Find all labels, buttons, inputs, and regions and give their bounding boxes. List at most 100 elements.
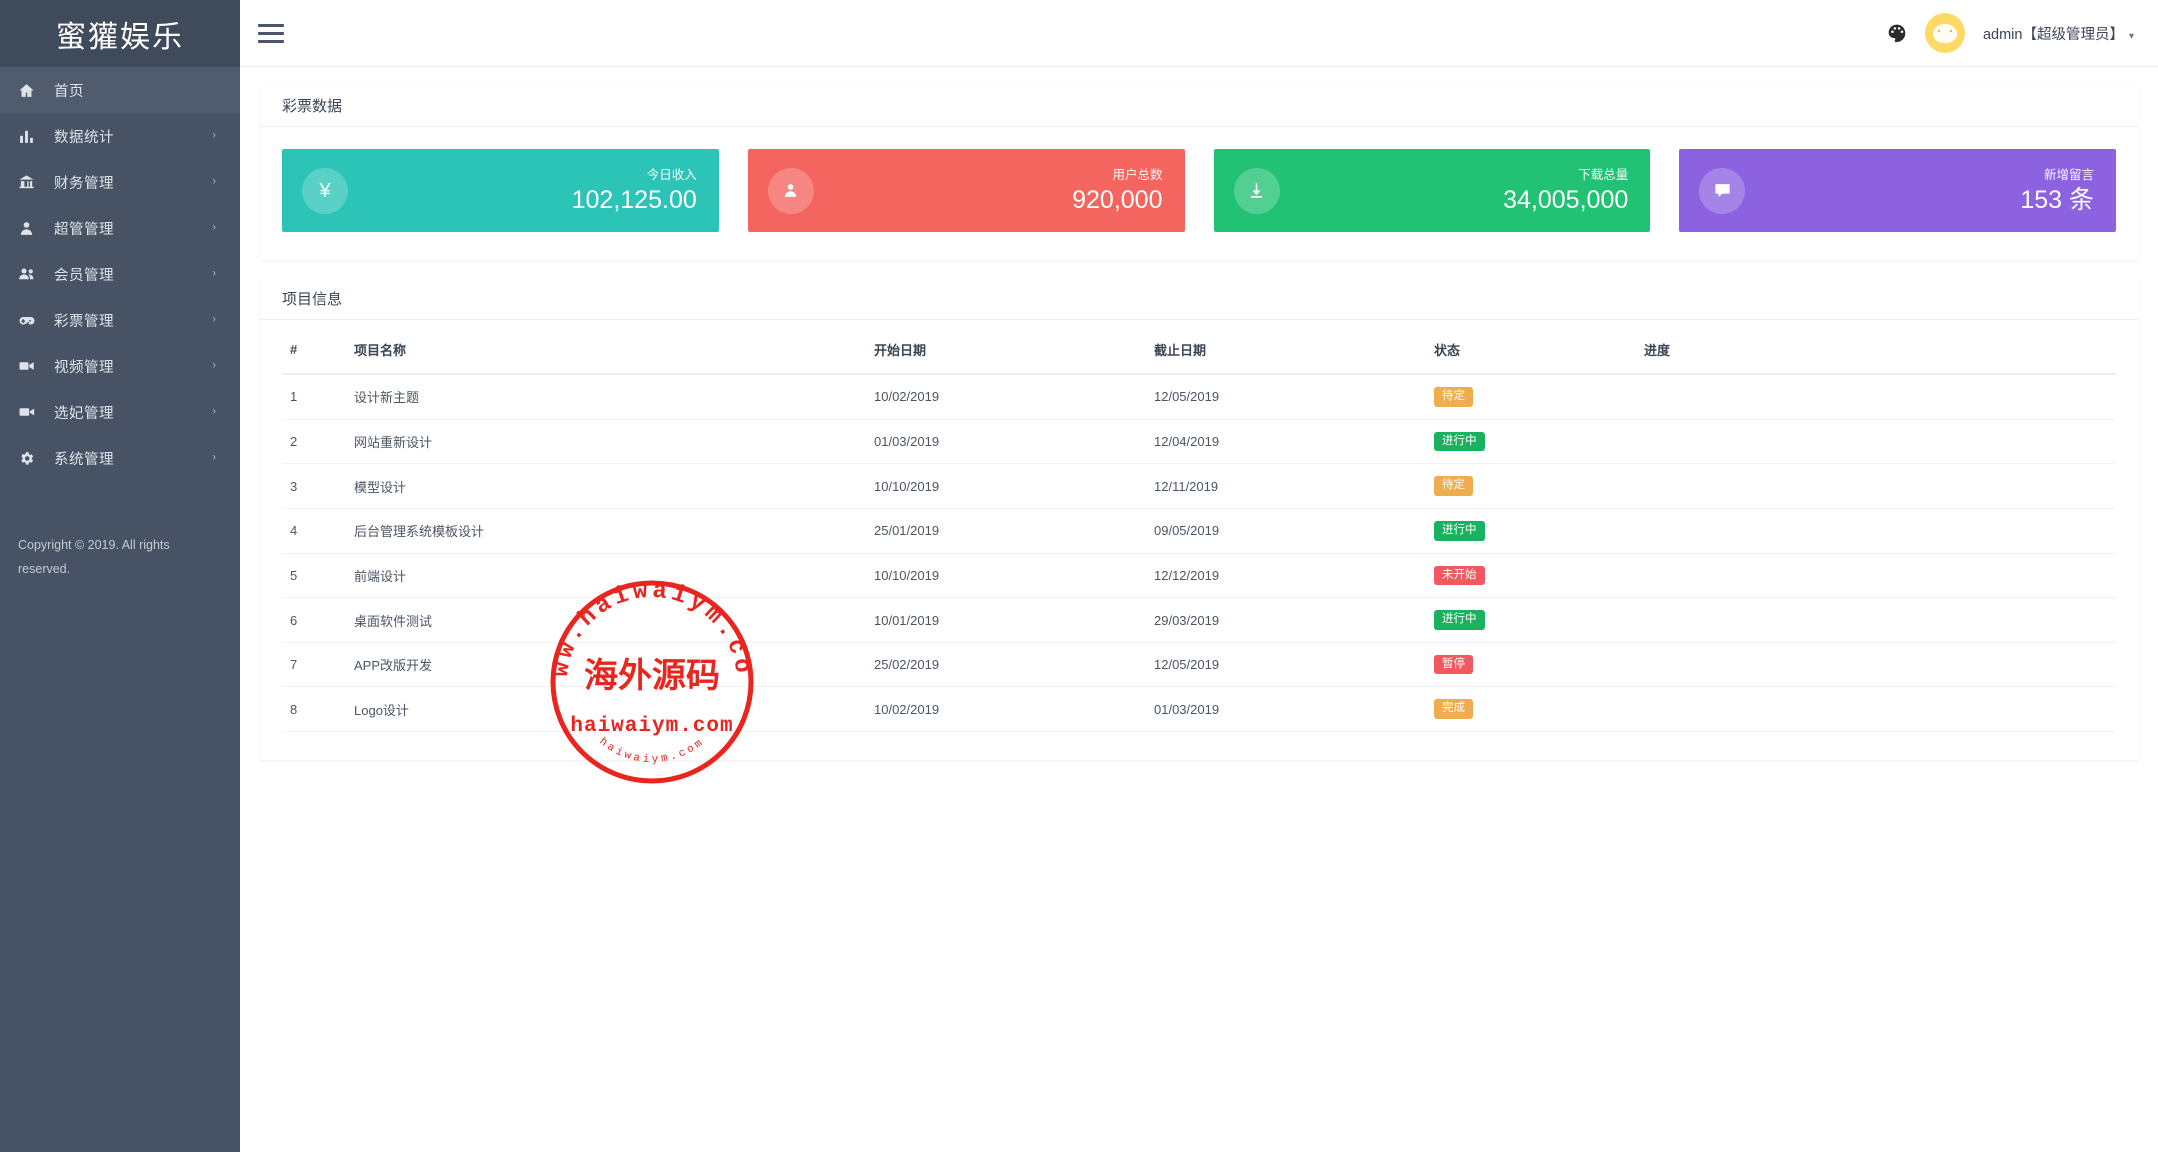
stat-card-label: 今日收入 xyxy=(572,166,697,184)
sidebar-item-label: 选妃管理 xyxy=(54,402,114,423)
cell-end-date: 12/11/2019 xyxy=(1154,464,1434,509)
table-row[interactable]: 2网站重新设计01/03/201912/04/2019进行中 xyxy=(282,419,2116,464)
cell-index: 3 xyxy=(282,464,354,509)
stat-card-info: 新增留言153 条 xyxy=(2020,166,2094,216)
username-label: admin【超级管理员】 xyxy=(1983,27,2124,43)
cell-start-date: 10/10/2019 xyxy=(874,553,1154,598)
sidebar-item-label: 系统管理 xyxy=(54,448,114,469)
cell-index: 7 xyxy=(282,642,354,687)
stat-card-label: 新增留言 xyxy=(2020,166,2094,184)
status-badge: 未开始 xyxy=(1434,566,1485,586)
sidebar-item-8[interactable]: 选妃管理› xyxy=(0,389,240,435)
projects-table-wrap: #项目名称开始日期截止日期状态进度 1设计新主题10/02/201912/05/… xyxy=(260,320,2138,760)
table-col-header-3: 开始日期 xyxy=(874,326,1154,374)
cell-start-date: 01/03/2019 xyxy=(874,419,1154,464)
sidebar-item-label: 首页 xyxy=(54,80,84,101)
sidebar-item-3[interactable]: 财务管理 › xyxy=(0,159,240,205)
sidebar: 蜜獾娱乐 首页数据统计›财务管理›超管管理›会员管理›彩票管理›视频管理›选妃管… xyxy=(0,0,240,1152)
chevron-right-icon: › xyxy=(212,269,216,280)
cell-start-date: 25/02/2019 xyxy=(874,642,1154,687)
main-content: 彩票数据 ¥ 今日收入102,125.00 用户总数920,000 下载总量34,00… xyxy=(240,67,2158,1152)
chevron-right-icon: › xyxy=(212,131,216,142)
status-badge: 待定 xyxy=(1434,387,1473,407)
comment-icon xyxy=(1699,168,1745,214)
status-badge: 进行中 xyxy=(1434,610,1485,630)
cell-end-date: 12/05/2019 xyxy=(1154,374,1434,419)
status-badge: 进行中 xyxy=(1434,521,1485,541)
top-header-right: admin【超级管理员】 ▾ xyxy=(1887,13,2158,53)
cell-index: 1 xyxy=(282,374,354,419)
cell-index: 5 xyxy=(282,553,354,598)
sidebar-item-5[interactable]: 会员管理 › xyxy=(0,251,240,297)
cell-start-date: 10/02/2019 xyxy=(874,374,1154,419)
stat-card-info: 今日收入102,125.00 xyxy=(572,166,697,216)
stat-card-value: 34,005,000 xyxy=(1503,184,1628,216)
cell-end-date: 12/04/2019 xyxy=(1154,419,1434,464)
cell-status: 进行中 xyxy=(1434,419,1644,464)
table-row[interactable]: 7APP改版开发25/02/201912/05/2019暂停 xyxy=(282,642,2116,687)
sidebar-item-9[interactable]: 系统管理› xyxy=(0,435,240,481)
chevron-right-icon: › xyxy=(212,315,216,326)
cell-end-date: 12/05/2019 xyxy=(1154,642,1434,687)
cell-project-name: APP改版开发 xyxy=(354,642,874,687)
sidebar-item-2[interactable]: 数据统计 › xyxy=(0,113,240,159)
avatar-face-icon xyxy=(1933,24,1957,43)
cell-progress xyxy=(1644,598,2116,643)
cell-index: 2 xyxy=(282,419,354,464)
chevron-right-icon: › xyxy=(212,361,216,372)
cell-end-date: 09/05/2019 xyxy=(1154,508,1434,553)
sidebar-item-1[interactable]: 首页 xyxy=(0,67,240,113)
sidebar-item-7[interactable]: 视频管理 › xyxy=(0,343,240,389)
sidebar-item-6[interactable]: 彩票管理› xyxy=(0,297,240,343)
avatar[interactable] xyxy=(1925,13,1965,53)
top-header-bar: admin【超级管理员】 ▾ xyxy=(240,0,2158,67)
cell-start-date: 10/10/2019 xyxy=(874,464,1154,509)
sidebar-item-label: 财务管理 xyxy=(54,172,114,193)
projects-panel: 项目信息 #项目名称开始日期截止日期状态进度 1设计新主题10/02/20191… xyxy=(260,278,2138,760)
gamepad-icon xyxy=(18,309,44,331)
table-row[interactable]: 3模型设计10/10/201912/11/2019待定 xyxy=(282,464,2116,509)
table-col-header-5: 状态 xyxy=(1434,326,1644,374)
sidebar-item-label: 数据统计 xyxy=(54,126,114,147)
table-row[interactable]: 1设计新主题10/02/201912/05/2019待定 xyxy=(282,374,2116,419)
cell-status: 待定 xyxy=(1434,464,1644,509)
table-col-header-2: 项目名称 xyxy=(354,326,874,374)
stat-card-info: 下载总量34,005,000 xyxy=(1503,166,1628,216)
user-menu-button[interactable]: admin【超级管理员】 ▾ xyxy=(1983,23,2134,44)
stat-card-2[interactable]: 用户总数920,000 xyxy=(748,149,1185,232)
cell-start-date: 25/01/2019 xyxy=(874,508,1154,553)
table-row[interactable]: 6桌面软件测试10/01/201929/03/2019进行中 xyxy=(282,598,2116,643)
chevron-right-icon: › xyxy=(212,177,216,188)
cell-progress xyxy=(1644,687,2116,732)
table-header-row: #项目名称开始日期截止日期状态进度 xyxy=(282,326,2116,374)
table-col-header-4: 截止日期 xyxy=(1154,326,1434,374)
stat-card-4[interactable]: 新增留言153 条 xyxy=(1679,149,2116,232)
palette-icon[interactable] xyxy=(1887,23,1907,43)
table-col-header-1: # xyxy=(282,326,354,374)
stat-card-1[interactable]: ¥ 今日收入102,125.00 xyxy=(282,149,719,232)
status-badge: 暂停 xyxy=(1434,655,1473,675)
chevron-down-icon: ▾ xyxy=(2129,31,2134,42)
cell-project-name: 前端设计 xyxy=(354,553,874,598)
hamburger-line xyxy=(258,24,284,27)
cell-status: 进行中 xyxy=(1434,508,1644,553)
cell-status: 进行中 xyxy=(1434,598,1644,643)
sidebar-item-label: 视频管理 xyxy=(54,356,114,377)
hamburger-icon[interactable] xyxy=(258,18,288,48)
lottery-stats-panel: 彩票数据 ¥ 今日收入102,125.00 用户总数920,000 下载总量34,00… xyxy=(260,85,2138,260)
brand-logo[interactable]: 蜜獾娱乐 xyxy=(0,0,240,67)
lottery-stats-header: 彩票数据 xyxy=(260,85,2138,127)
sidebar-item-4[interactable]: 超管管理› xyxy=(0,205,240,251)
yen-icon: ¥ xyxy=(302,168,348,214)
sidebar-item-label: 会员管理 xyxy=(54,264,114,285)
stat-card-value: 153 条 xyxy=(2020,184,2094,216)
stat-card-3[interactable]: 下载总量34,005,000 xyxy=(1214,149,1651,232)
cell-progress xyxy=(1644,419,2116,464)
cell-index: 4 xyxy=(282,508,354,553)
table-col-header-6: 进度 xyxy=(1644,326,2116,374)
table-row[interactable]: 8Logo设计10/02/201901/03/2019完成 xyxy=(282,687,2116,732)
stat-card-value: 920,000 xyxy=(1072,184,1162,216)
table-row[interactable]: 5前端设计10/10/201912/12/2019未开始 xyxy=(282,553,2116,598)
cell-project-name: 网站重新设计 xyxy=(354,419,874,464)
table-row[interactable]: 4后台管理系统模板设计25/01/201909/05/2019进行中 xyxy=(282,508,2116,553)
